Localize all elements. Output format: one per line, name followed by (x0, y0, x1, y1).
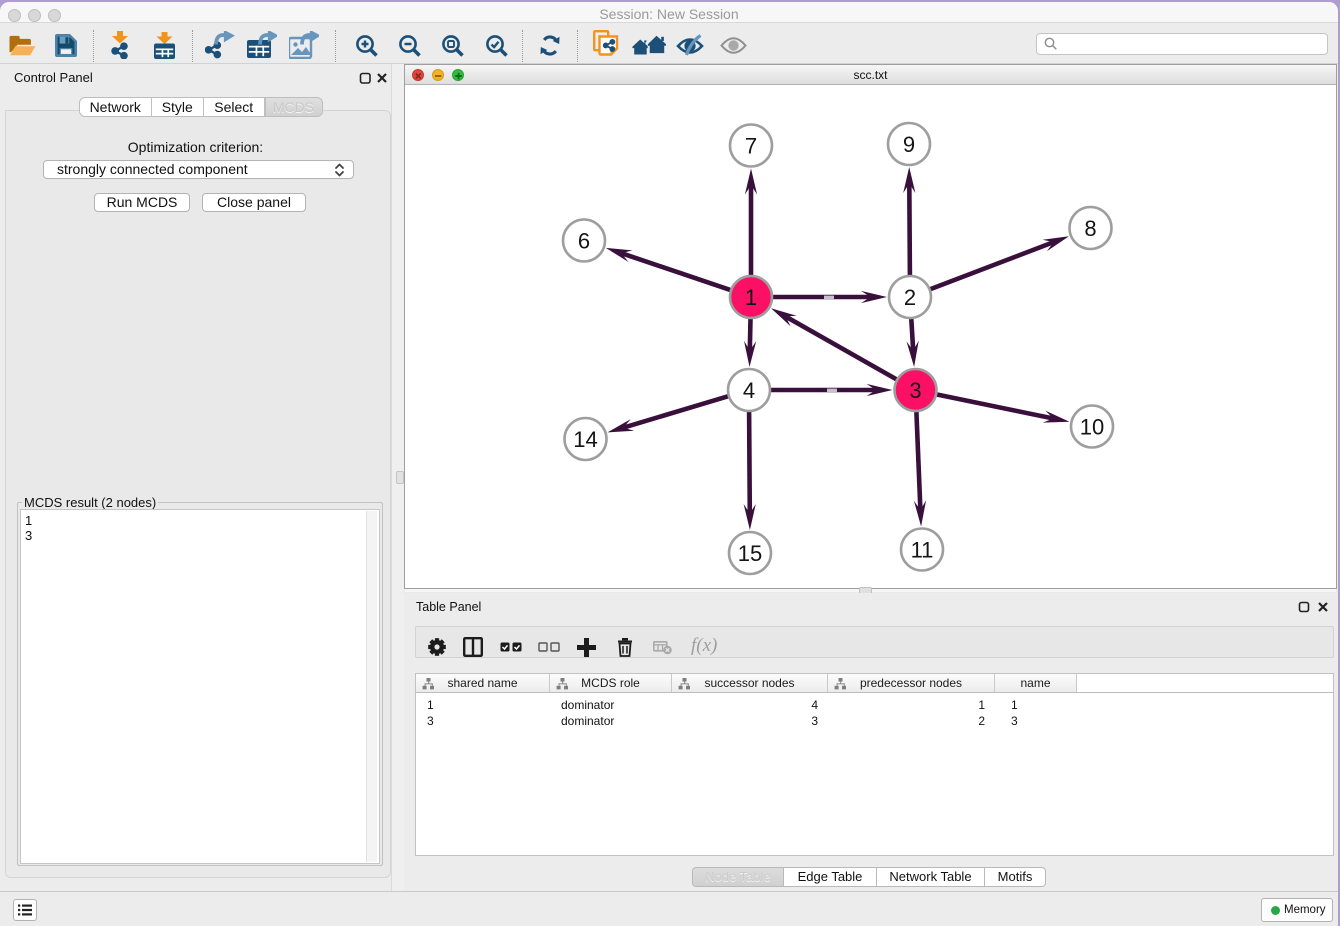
svg-text:10: 10 (1080, 414, 1104, 439)
svg-text:11: 11 (911, 537, 934, 562)
svg-text:8: 8 (1084, 216, 1096, 241)
svg-text:14: 14 (573, 427, 597, 452)
svg-text:9: 9 (903, 132, 915, 157)
svg-text:4: 4 (743, 378, 755, 403)
svg-text:1: 1 (745, 285, 757, 310)
svg-text:15: 15 (738, 541, 762, 566)
svg-text:2: 2 (904, 285, 916, 310)
svg-text:3: 3 (909, 378, 921, 403)
svg-text:6: 6 (578, 228, 590, 253)
svg-text:7: 7 (745, 133, 757, 158)
